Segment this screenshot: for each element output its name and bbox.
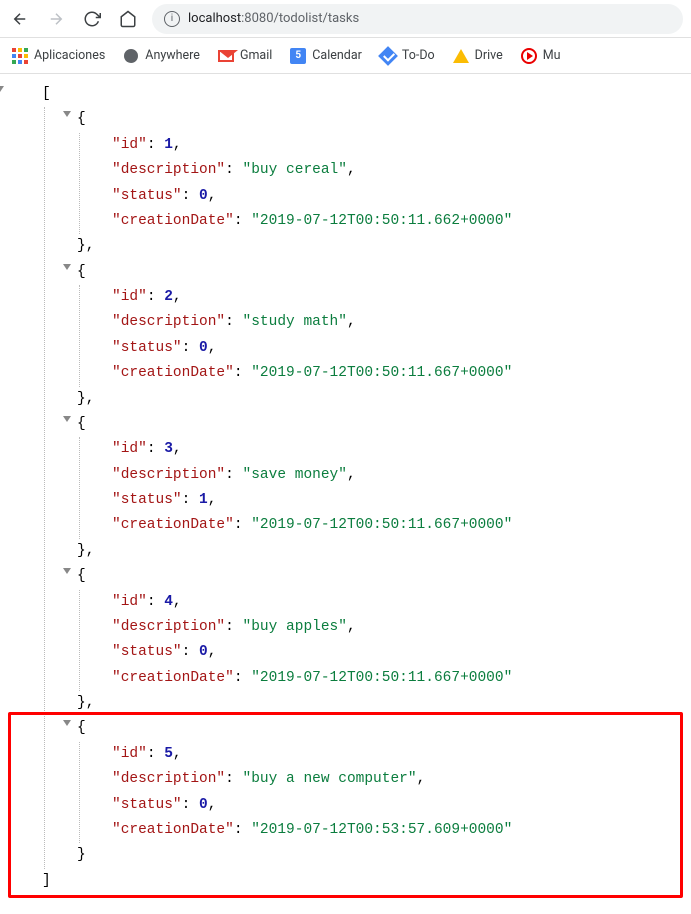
address-bar[interactable]: i localhost:8080/todolist/tasks [152, 4, 683, 34]
json-line: { [77, 412, 681, 437]
json-line: { [77, 564, 681, 589]
json-object: {"id": 1,"description": "buy cereal","st… [77, 107, 681, 259]
json-line: "creationDate": "2019-07-12T00:50:11.662… [112, 209, 681, 234]
expand-toggle-icon[interactable] [0, 86, 4, 92]
json-line: { [77, 716, 681, 741]
json-viewer: [{"id": 1,"description": "buy cereal","s… [0, 74, 691, 914]
bookmark-item[interactable]: Aplicaciones [12, 48, 105, 64]
json-object: {"id": 3,"description": "save money","st… [77, 412, 681, 564]
json-line: "description": "study math", [112, 310, 681, 335]
bookmark-label: Calendar [312, 48, 362, 63]
json-line: "status": 0, [112, 184, 681, 209]
json-line: "description": "buy cereal", [112, 158, 681, 183]
bookmark-label: Gmail [240, 48, 272, 63]
expand-toggle-icon[interactable] [63, 111, 71, 117]
expand-toggle-icon[interactable] [63, 416, 71, 422]
bookmark-item[interactable]: 5 Calendar [290, 48, 362, 64]
bookmark-label: Drive [475, 48, 503, 63]
bookmark-item[interactable]: Gmail [218, 48, 272, 64]
back-button[interactable] [8, 7, 32, 31]
calendar-icon: 5 [290, 48, 306, 64]
bookmark-label: To-Do [402, 48, 435, 63]
site-info-icon[interactable]: i [164, 11, 180, 27]
json-line: }, [77, 387, 681, 412]
json-line: { [77, 107, 681, 132]
todo-icon [380, 48, 396, 64]
home-button[interactable] [116, 7, 140, 31]
url-text: localhost:8080/todolist/tasks [188, 11, 359, 26]
bookmark-label: Anywhere [145, 48, 200, 63]
json-line: }, [77, 691, 681, 716]
globe-icon [123, 48, 139, 64]
expand-toggle-icon[interactable] [63, 568, 71, 574]
bookmark-item[interactable]: Drive [453, 48, 503, 64]
bookmark-item[interactable]: Anywhere [123, 48, 200, 64]
json-line: "status": 1, [112, 488, 681, 513]
json-line: ] [42, 869, 681, 894]
browser-toolbar: i localhost:8080/todolist/tasks [0, 0, 691, 38]
json-line: "status": 0, [112, 793, 681, 818]
json-line: "creationDate": "2019-07-12T00:50:11.667… [112, 361, 681, 386]
json-line: } [77, 843, 681, 868]
bookmark-label: Mu [543, 48, 561, 63]
json-line: "id": 2, [112, 285, 681, 310]
json-object: {"id": 5,"description": "buy a new compu… [77, 716, 681, 868]
expand-toggle-icon[interactable] [63, 264, 71, 270]
page-content: [{"id": 1,"description": "buy cereal","s… [0, 74, 691, 914]
json-line: "creationDate": "2019-07-12T00:53:57.609… [112, 818, 681, 843]
url-path: /todolist/tasks [274, 11, 360, 26]
json-line: { [77, 260, 681, 285]
apps-icon [12, 48, 28, 64]
json-line: "id": 4, [112, 590, 681, 615]
json-line: "id": 5, [112, 742, 681, 767]
json-line: "status": 0, [112, 336, 681, 361]
bookmark-item[interactable]: Mu [521, 48, 561, 64]
json-line: "id": 3, [112, 437, 681, 462]
url-host: localhost [188, 11, 241, 26]
music-icon [521, 48, 537, 64]
json-line: "description": "save money", [112, 463, 681, 488]
json-line: [ [42, 82, 681, 107]
json-line: }, [77, 539, 681, 564]
bookmark-label: Aplicaciones [34, 48, 105, 63]
json-object: {"id": 4,"description": "buy apples","st… [77, 564, 681, 716]
reload-button[interactable] [80, 7, 104, 31]
json-line: "description": "buy a new computer", [112, 767, 681, 792]
url-port: :8080 [241, 11, 273, 26]
forward-button[interactable] [44, 7, 68, 31]
json-line: "id": 1, [112, 133, 681, 158]
json-object: {"id": 2,"description": "study math","st… [77, 260, 681, 412]
bookmark-item[interactable]: To-Do [380, 48, 435, 64]
json-line: "creationDate": "2019-07-12T00:50:11.667… [112, 513, 681, 538]
json-line: "creationDate": "2019-07-12T00:50:11.667… [112, 666, 681, 691]
json-line: "description": "buy apples", [112, 615, 681, 640]
bookmarks-bar: Aplicaciones Anywhere Gmail 5 Calendar To-Do D… [0, 38, 691, 74]
json-line: }, [77, 234, 681, 259]
json-line: "status": 0, [112, 640, 681, 665]
expand-toggle-icon[interactable] [63, 720, 71, 726]
gmail-icon [218, 48, 234, 64]
drive-icon [453, 48, 469, 64]
